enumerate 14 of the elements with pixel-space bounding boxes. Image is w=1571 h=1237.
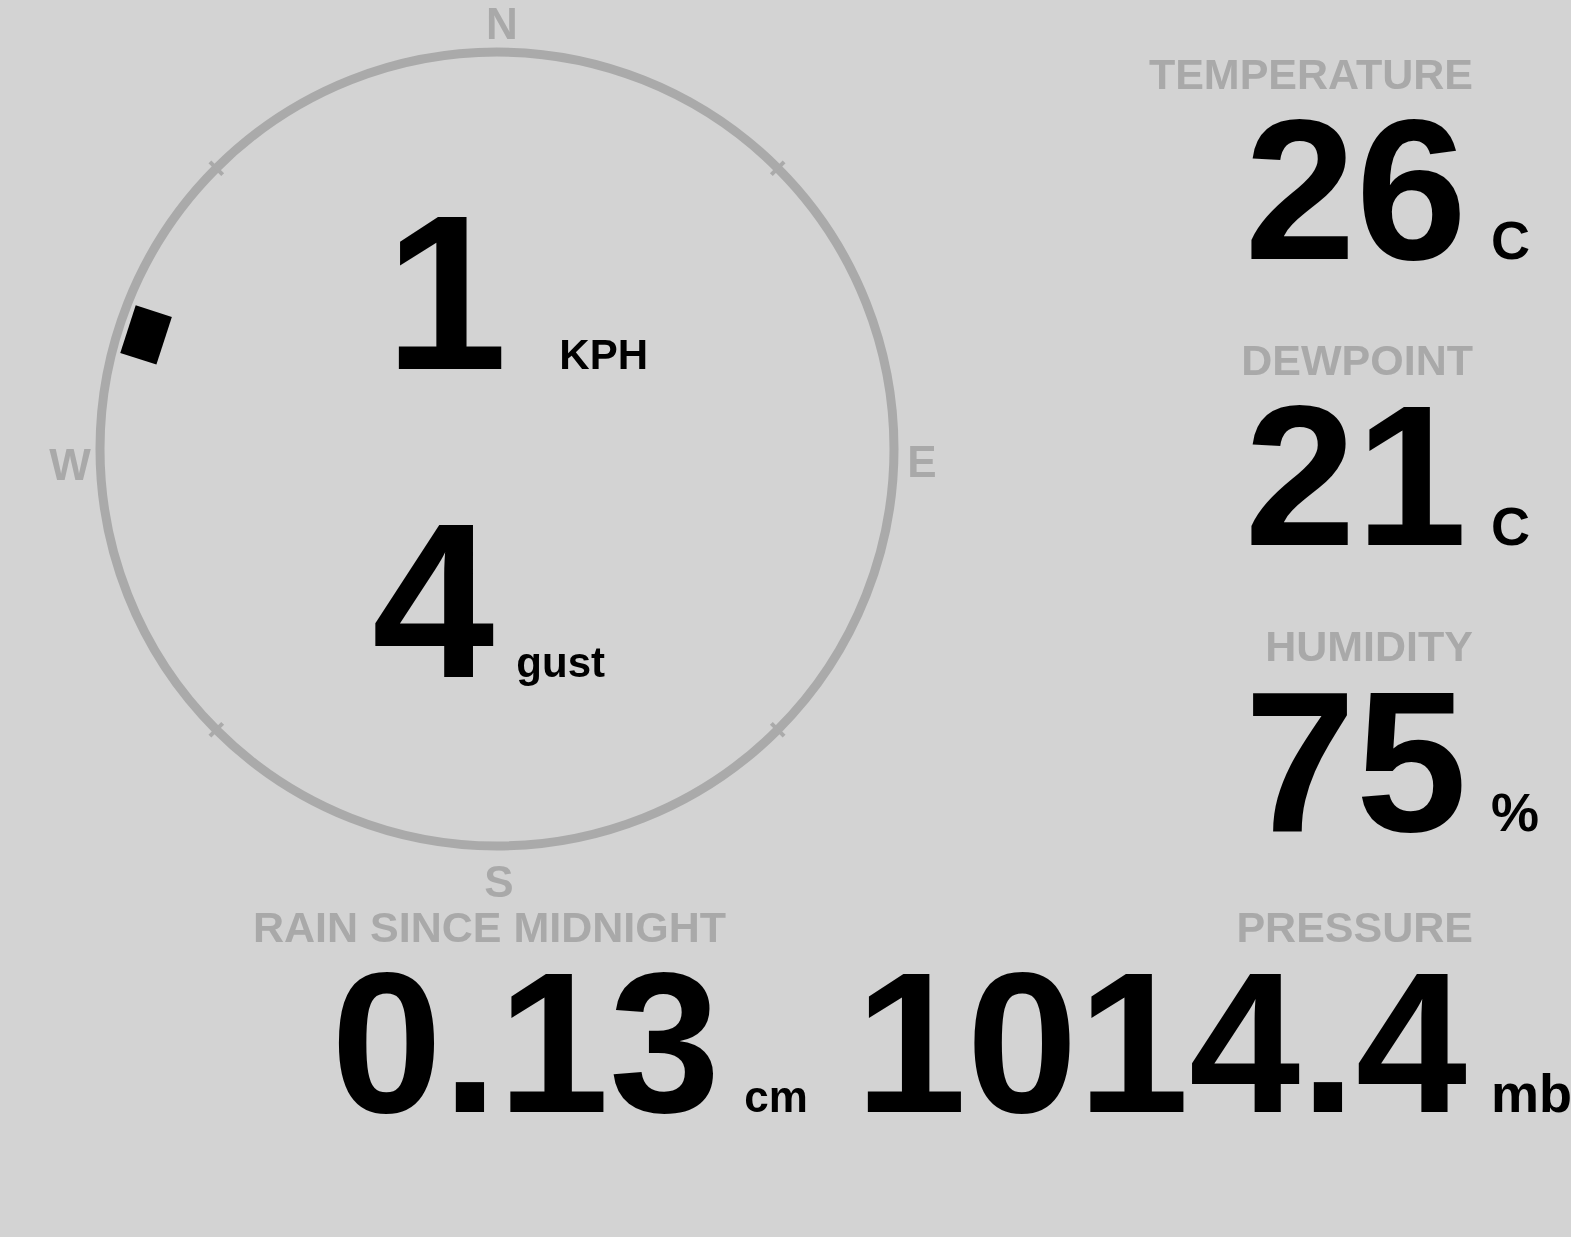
gust-value: 4 xyxy=(372,491,495,711)
stat-value: 26 xyxy=(1244,90,1467,290)
stat-unit: C xyxy=(1490,213,1531,267)
rain-unit: cm xyxy=(744,1075,808,1119)
gust-label: gust xyxy=(516,642,605,684)
stat-value: 75 xyxy=(1244,662,1467,862)
stat-unit: % xyxy=(1490,785,1540,839)
wind-speed-value: 1 xyxy=(385,183,508,403)
stat-unit: C xyxy=(1490,499,1531,553)
wind-speed-unit: KPH xyxy=(559,334,649,376)
pressure-value: 1014.4 xyxy=(855,943,1467,1143)
stat-value: 21 xyxy=(1244,376,1467,576)
pressure-unit: mb xyxy=(1490,1066,1571,1120)
rain-value: 0.13 xyxy=(331,943,721,1143)
